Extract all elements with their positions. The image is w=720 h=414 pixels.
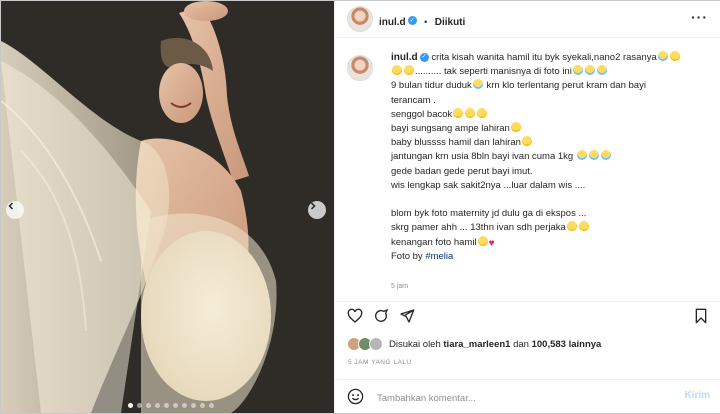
caption-line: crita kisah wanita hamil itu byk syekali… bbox=[431, 52, 657, 63]
caption-line: senggol bacok bbox=[391, 108, 453, 120]
emoji-icon bbox=[404, 65, 414, 76]
carousel-dot bbox=[209, 403, 214, 408]
avatar[interactable] bbox=[347, 6, 373, 32]
caption-line: bayi sungsang ampe lahiran bbox=[391, 123, 510, 135]
carousel-dot bbox=[191, 403, 196, 408]
separator-dot: • bbox=[424, 17, 428, 27]
previous-slide-button[interactable] bbox=[6, 201, 24, 219]
emoji-icon bbox=[669, 51, 680, 61]
post-caption: inul.d ✓ crita kisah wanita hamil itu byk… bbox=[391, 51, 709, 264]
emoji-icon bbox=[578, 221, 589, 232]
liker-avatar bbox=[369, 337, 383, 351]
likes-summary: Disukai oleh tiara_marleen1 dan 100,583 … bbox=[347, 337, 601, 351]
emoji-icon bbox=[477, 107, 488, 118]
emoji-icon bbox=[657, 51, 668, 61]
caption-line: kenangan foto hamil bbox=[391, 236, 477, 248]
caption-line: gede badan gede perut bayi imut. bbox=[391, 165, 533, 177]
post-timestamp[interactable]: 5 JAM YANG LALU bbox=[348, 359, 412, 366]
verified-icon: ✓ bbox=[407, 16, 417, 26]
next-slide-button[interactable] bbox=[308, 201, 326, 219]
caption-time: 5 jam bbox=[391, 283, 409, 290]
emoji-icon bbox=[588, 150, 599, 161]
caption-line: wis lengkap sak sakit2nya ...luar dalam … bbox=[391, 179, 586, 191]
likes-prefix: Disukai oleh bbox=[389, 338, 441, 350]
comment-input[interactable] bbox=[375, 389, 659, 407]
caption-line: skrg pamer ahh ... 13thn ivan sdh perjak… bbox=[391, 222, 566, 234]
caption-avatar[interactable] bbox=[347, 55, 373, 81]
heart-emoji-icon: ♥ bbox=[488, 237, 495, 249]
caption-line: blom byk foto maternity jd dulu ga di ek… bbox=[391, 208, 587, 220]
emoji-icon bbox=[566, 221, 577, 232]
caption-line: terancam . bbox=[391, 94, 436, 106]
carousel-dot bbox=[182, 403, 187, 408]
action-bar bbox=[335, 301, 720, 330]
emoji-icon bbox=[572, 65, 583, 76]
caption-line: Foto by bbox=[391, 250, 423, 262]
share-icon[interactable] bbox=[399, 308, 415, 324]
maternity-photo-illustration bbox=[1, 1, 334, 413]
likes-joiner: dan bbox=[513, 338, 529, 350]
emoji-icon bbox=[584, 65, 595, 76]
carousel-dot bbox=[173, 403, 178, 408]
more-icon[interactable]: ··· bbox=[691, 9, 708, 25]
carousel-dot bbox=[146, 403, 151, 408]
post-photo[interactable] bbox=[1, 1, 334, 413]
caption-line: 9 bulan tidur duduk bbox=[391, 80, 472, 92]
bookmark-icon[interactable] bbox=[693, 308, 709, 324]
carousel-indicator bbox=[128, 403, 214, 408]
emoji-icon[interactable] bbox=[347, 388, 364, 405]
caption-line: baby blussss hamil dan lahiran bbox=[391, 137, 521, 149]
carousel-dot bbox=[200, 403, 205, 408]
emoji-icon bbox=[477, 235, 488, 246]
emoji-icon bbox=[453, 107, 464, 118]
heart-icon[interactable] bbox=[347, 308, 363, 324]
emoji-icon bbox=[472, 79, 483, 90]
emoji-icon bbox=[596, 65, 607, 76]
comment-icon[interactable] bbox=[373, 308, 389, 324]
caption-username[interactable]: inul.d bbox=[391, 52, 418, 63]
send-comment-button[interactable]: Kirim bbox=[684, 390, 710, 401]
hashtag-link[interactable]: #melia bbox=[425, 251, 453, 262]
emoji-icon bbox=[600, 150, 611, 161]
liker-username[interactable]: tiara_marleen1 bbox=[443, 339, 510, 350]
emoji-icon bbox=[392, 65, 402, 76]
verified-icon: ✓ bbox=[419, 52, 429, 62]
post-details-panel: inul.d ✓ • Diikuti ··· inul.d ✓ crita kisa… bbox=[334, 1, 720, 413]
carousel-dot bbox=[155, 403, 160, 408]
carousel-dot bbox=[164, 403, 169, 408]
following-button[interactable]: Diikuti bbox=[435, 17, 466, 28]
emoji-icon bbox=[510, 122, 521, 133]
caption-line: jantungan krn usia 8bln bayi ivan cuma 1… bbox=[391, 151, 574, 163]
carousel-dot bbox=[128, 403, 133, 408]
post-header: inul.d ✓ • Diikuti ··· bbox=[335, 1, 720, 38]
emoji-icon bbox=[521, 136, 532, 147]
emoji-icon bbox=[465, 107, 476, 118]
username-link[interactable]: inul.d bbox=[379, 17, 406, 28]
caption-line: .......... tak seperti manisnya di foto … bbox=[415, 66, 572, 78]
carousel-dot bbox=[137, 403, 142, 408]
emoji-icon bbox=[576, 150, 587, 161]
chevron-left-icon bbox=[8, 202, 14, 210]
chevron-right-icon bbox=[310, 202, 316, 210]
post-modal: inul.d ✓ • Diikuti ··· inul.d ✓ crita kisa… bbox=[0, 0, 720, 414]
caption-line: krn klo terlentang perut kram dan bayi bbox=[486, 80, 646, 92]
likes-count[interactable]: 100,583 lainnya bbox=[532, 339, 602, 350]
comment-bar: Kirim bbox=[335, 379, 720, 414]
